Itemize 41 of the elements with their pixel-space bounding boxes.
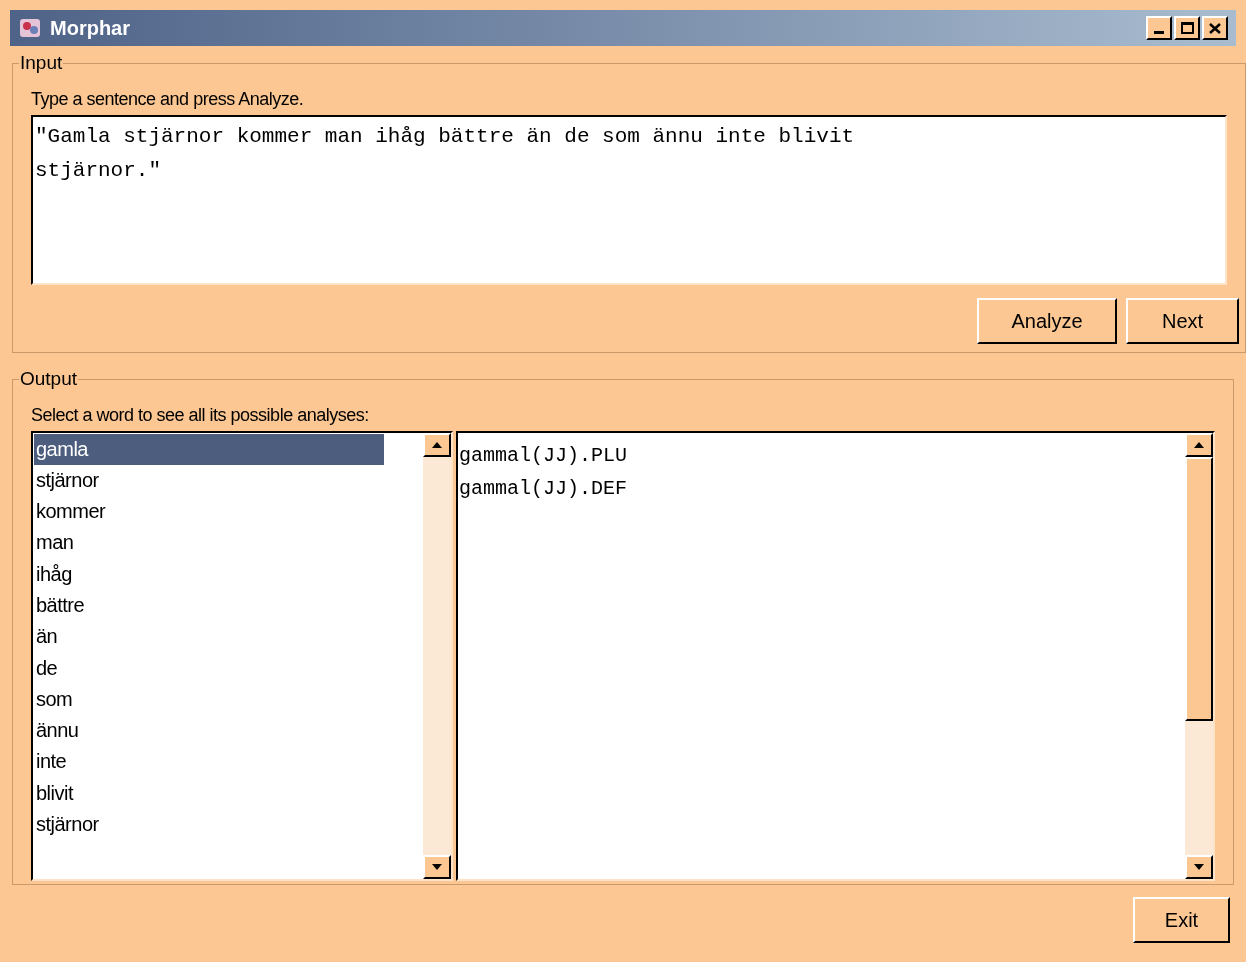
word-item[interactable]: inte bbox=[34, 746, 384, 778]
word-item[interactable]: gamla bbox=[34, 433, 384, 465]
word-item[interactable]: kommer bbox=[34, 496, 384, 528]
word-item[interactable]: ännu bbox=[34, 715, 384, 747]
maximize-button[interactable] bbox=[1174, 16, 1200, 40]
scrollbar[interactable] bbox=[1185, 432, 1213, 879]
down-arrow-icon bbox=[432, 863, 442, 870]
down-arrow-icon bbox=[1194, 863, 1204, 870]
scroll-up-button[interactable] bbox=[423, 432, 451, 457]
input-field[interactable]: "Gamla stjärnor kommer man ihåg bättre än de som ännu inte blivit stjärnor." bbox=[31, 114, 1227, 285]
analysis-line: gammal(JJ).PLU bbox=[459, 442, 629, 469]
word-item[interactable]: bättre bbox=[34, 590, 384, 622]
analyze-button[interactable]: Analyze bbox=[977, 297, 1117, 344]
word-item[interactable]: stjärnor bbox=[34, 809, 384, 841]
analysis-line: gammal(JJ).DEF bbox=[459, 475, 629, 502]
word-item[interactable]: än bbox=[34, 621, 384, 653]
group-label: Output bbox=[19, 367, 79, 391]
minimize-button[interactable] bbox=[1146, 16, 1172, 40]
window-title: Morphar bbox=[50, 16, 130, 41]
word-list[interactable]: gamla stjärnor kommer man ihåg bättre än de som ännu inte blivit stjärnor bbox=[31, 430, 453, 881]
close-button[interactable] bbox=[1202, 16, 1228, 40]
prompt-text: Select a word to see all its possible analyses: bbox=[31, 403, 370, 427]
scrollbar[interactable] bbox=[423, 432, 451, 879]
word-item[interactable]: stjärnor bbox=[34, 464, 384, 497]
scroll-down-button[interactable] bbox=[423, 854, 451, 879]
app-icon bbox=[18, 17, 42, 39]
word-item[interactable]: blivit bbox=[34, 777, 384, 810]
group-label: Input bbox=[19, 51, 64, 75]
word-item[interactable]: som bbox=[34, 683, 384, 716]
exit-button[interactable]: Exit bbox=[1133, 897, 1230, 943]
word-item[interactable]: ihåg bbox=[34, 558, 384, 590]
scroll-thumb[interactable] bbox=[1185, 456, 1213, 721]
word-item[interactable]: man bbox=[34, 527, 384, 559]
word-item[interactable]: de bbox=[34, 652, 384, 684]
close-icon bbox=[1209, 22, 1221, 34]
scroll-down-button[interactable] bbox=[1185, 854, 1213, 879]
scroll-up-button[interactable] bbox=[1185, 432, 1213, 457]
up-arrow-icon bbox=[432, 441, 442, 448]
prompt-text: Type a sentence and press Analyze. bbox=[31, 87, 305, 111]
up-arrow-icon bbox=[1194, 441, 1204, 448]
next-button[interactable]: Next bbox=[1126, 297, 1239, 344]
